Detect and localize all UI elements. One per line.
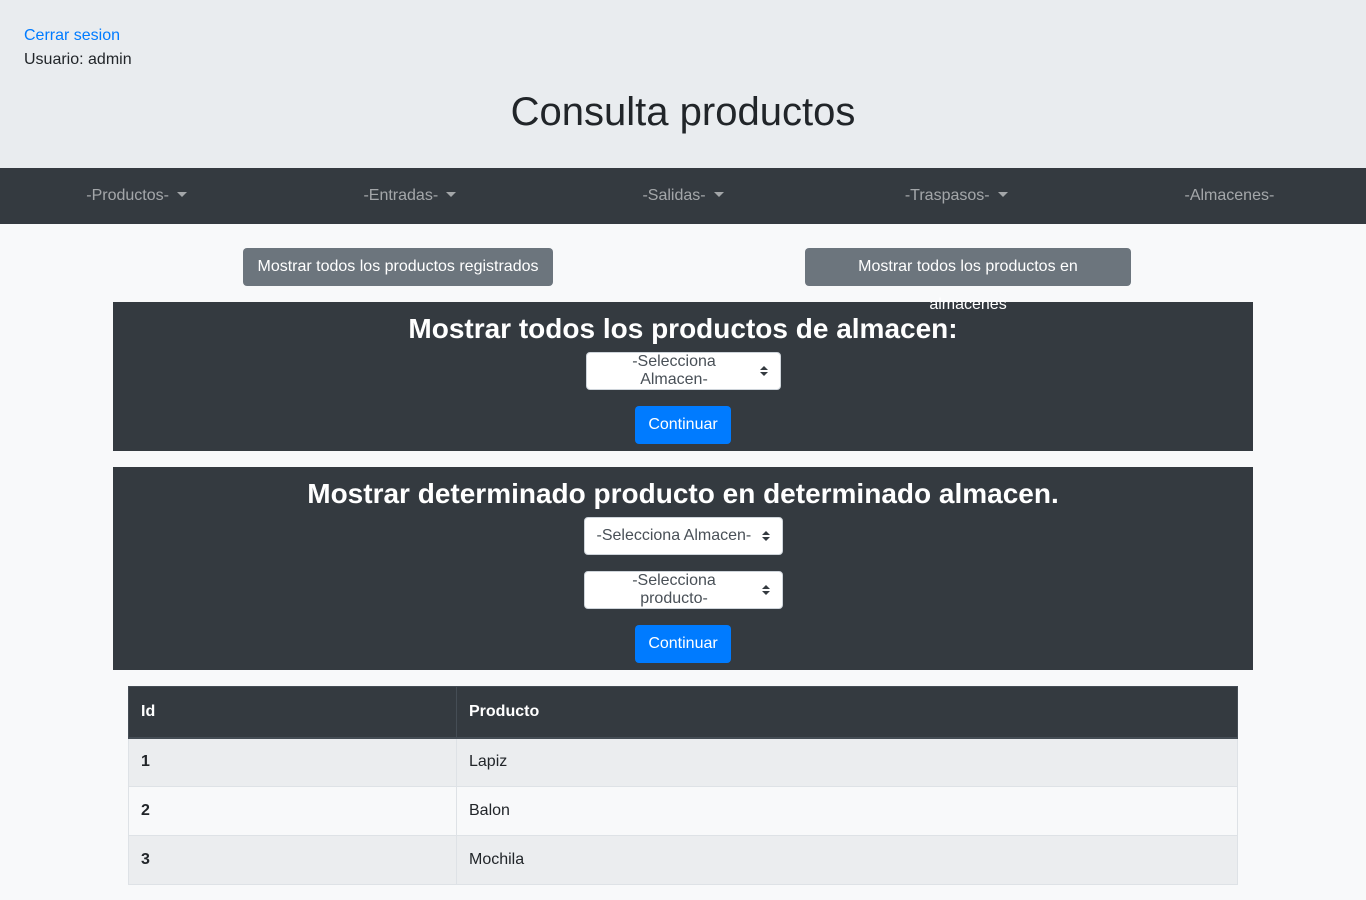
cell-producto: Lapiz <box>456 737 1238 787</box>
nav-item-label: -Traspasos- <box>904 187 990 204</box>
panel-product-in-warehouse: Mostrar determinado producto en determin… <box>113 467 1253 670</box>
nav-item-entradas[interactable]: -Entradas- <box>273 187 546 205</box>
caret-down-icon <box>997 192 1008 197</box>
nav-item-productos[interactable]: -Productos- <box>0 187 273 205</box>
panel-warehouse-products: Mostrar todos los productos de almacen: … <box>113 302 1253 451</box>
show-all-registered-button[interactable]: Mostrar todos los productos registrados <box>243 248 553 286</box>
table-header-row: Id Producto <box>128 686 1238 739</box>
caret-down-icon <box>713 192 724 197</box>
nav-item-label: -Productos- <box>86 187 169 204</box>
select-arrows-icon <box>761 531 770 541</box>
nav-item-label: -Entradas- <box>363 187 439 204</box>
continue-button[interactable]: Continuar <box>635 625 731 663</box>
cell-producto: Mochila <box>456 835 1238 885</box>
table-row: 2 Balon <box>128 786 1238 836</box>
select-value: -Selecciona producto- <box>632 572 716 607</box>
nav-item-label: -Almacenes- <box>1184 187 1275 204</box>
select-value: -Selecciona Almacen- <box>632 353 716 388</box>
column-header-id: Id <box>128 686 457 739</box>
user-label: Usuario: admin <box>24 51 132 68</box>
column-header-producto: Producto <box>456 686 1238 739</box>
table-row: 3 Mochila <box>128 835 1238 885</box>
select-arrows-icon <box>759 366 768 376</box>
action-buttons-row: Mostrar todos los productos registrados … <box>0 224 1366 313</box>
nav-item-label: -Salidas- <box>642 187 706 204</box>
select-arrows-icon <box>761 585 770 595</box>
select-value: -Selecciona Almacen- <box>596 527 752 544</box>
logout-link[interactable]: Cerrar sesion <box>24 27 120 45</box>
main-navbar: -Productos- -Entradas- -Salidas- -Traspa… <box>0 168 1366 224</box>
cell-id: 3 <box>128 835 457 885</box>
continue-button[interactable]: Continuar <box>635 406 731 444</box>
product-select[interactable]: -Selecciona producto- <box>583 571 783 609</box>
nav-item-salidas[interactable]: -Salidas- <box>546 187 819 205</box>
nav-item-almacenes[interactable]: -Almacenes- <box>1093 187 1366 205</box>
cell-id: 2 <box>128 786 457 836</box>
cell-id: 1 <box>128 737 457 787</box>
cell-producto: Balon <box>456 786 1238 836</box>
warehouse-select[interactable]: -Selecciona Almacen- <box>585 352 781 390</box>
caret-down-icon <box>446 192 457 197</box>
products-table: Id Producto 1 Lapiz 2 Balon 3 Mochila <box>128 686 1238 885</box>
show-all-in-warehouses-button[interactable]: Mostrar todos los productos en almacenes <box>805 248 1131 313</box>
caret-down-icon <box>176 192 187 197</box>
page-header: Cerrar sesion Usuario: admin Consulta pr… <box>0 0 1366 168</box>
table-row: 1 Lapiz <box>128 737 1238 787</box>
page-title: Consulta productos <box>510 90 856 134</box>
panel-title: Mostrar determinado producto en determin… <box>307 478 1059 509</box>
panel-title: Mostrar todos los productos de almacen: <box>408 313 958 344</box>
nav-item-traspasos[interactable]: -Traspasos- <box>820 187 1093 205</box>
warehouse-select[interactable]: -Selecciona Almacen- <box>583 517 783 555</box>
